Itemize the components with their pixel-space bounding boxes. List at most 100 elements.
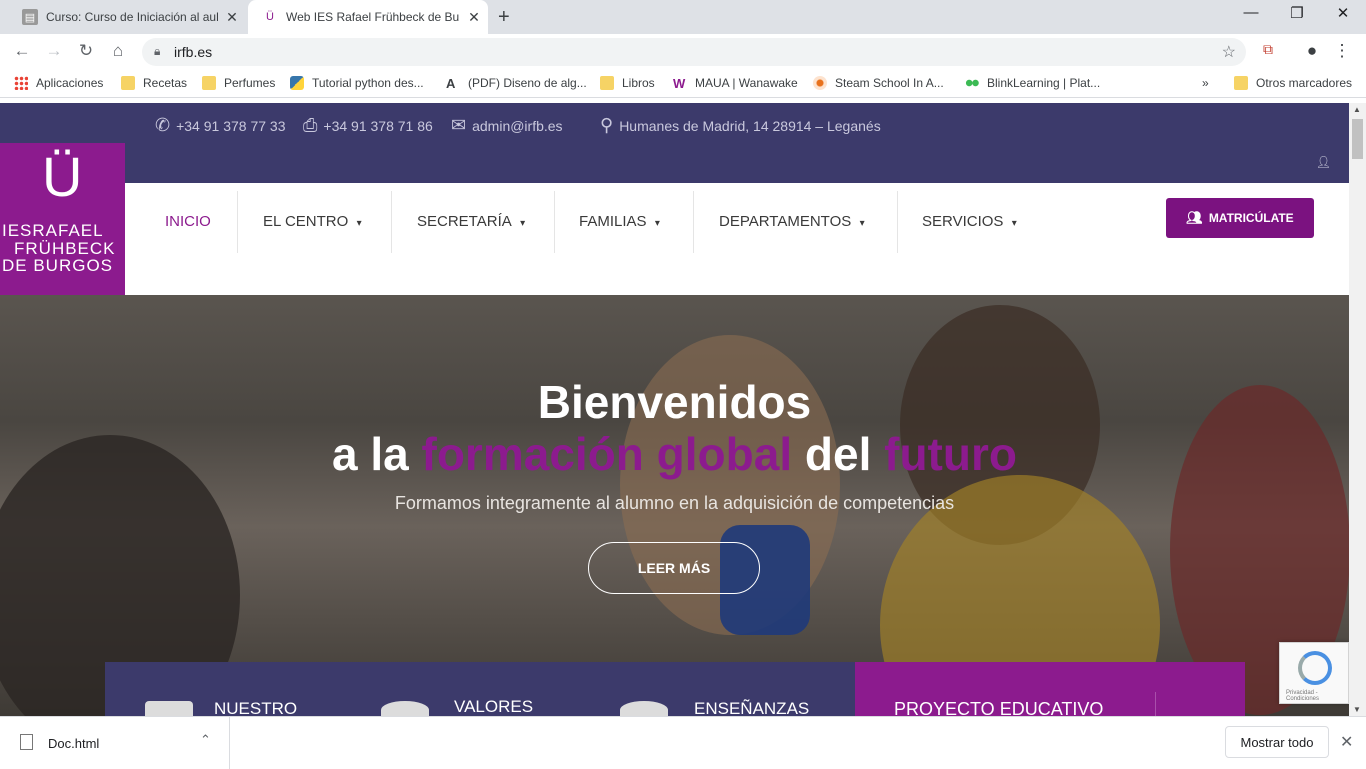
home-icon[interactable]: ⌂	[106, 41, 130, 61]
recaptcha-badge[interactable]: Privacidad - Condiciones	[1279, 642, 1349, 704]
close-downloads-icon[interactable]: ✕	[1340, 732, 1353, 752]
menu-label: EL CENTRO	[263, 213, 349, 230]
bookmark-label: Libros	[622, 76, 655, 90]
menu-label: SECRETARÍA	[417, 213, 512, 230]
envelope-icon: ✉	[451, 115, 467, 135]
irfb-icon: Ü	[266, 11, 274, 23]
close-tab-icon[interactable]: ✕	[460, 9, 488, 26]
menu-divider	[897, 191, 898, 253]
hero-title-line-2: a la formación global del futuro	[0, 427, 1349, 481]
bookmark-steam-school[interactable]: Steam School In A...	[813, 76, 944, 90]
maximize-button[interactable]: ❐	[1274, 4, 1320, 22]
blink-icon	[965, 76, 979, 90]
downloads-bar: Doc.html ⌃ Mostrar todo ✕	[0, 716, 1366, 769]
cta-label: MATRICÚLATE	[1208, 211, 1294, 225]
close-window-button[interactable]: ✕	[1320, 4, 1366, 22]
bookmark-libros[interactable]: Libros	[600, 76, 655, 90]
academia-icon: A	[446, 76, 456, 91]
new-tab-button[interactable]: +	[498, 6, 510, 29]
contact-fax: ⎙ +34 91 378 71 86	[303, 115, 433, 136]
moodle-icon: ▤	[22, 9, 38, 25]
minimize-button[interactable]: —	[1228, 4, 1274, 21]
menu-label: SERVICIOS	[922, 213, 1004, 230]
feature-proyecto-educativo[interactable]: PROYECTO EDUCATIVO	[894, 699, 1103, 716]
chevron-down-icon: ▾	[1011, 218, 1017, 229]
menu-kebab-icon[interactable]: ⋮	[1330, 41, 1354, 61]
user-icon[interactable]: 👤︎	[1316, 155, 1331, 169]
chevron-up-icon[interactable]: ⌃	[200, 732, 211, 748]
page-scrollbar[interactable]: ▲ ▼	[1349, 103, 1366, 716]
bookmark-label: BlinkLearning | Plat...	[987, 76, 1101, 90]
feature-nuestro[interactable]: NUESTRO	[214, 699, 297, 716]
bookmark-tutorial-python[interactable]: Tutorial python des...	[290, 76, 424, 90]
tab-irfb[interactable]: Ü Web IES Rafael Frühbeck de Burgos ✕	[248, 0, 488, 34]
bookmark-aplicaciones[interactable]: Aplicaciones	[14, 76, 103, 90]
reload-icon[interactable]: ↻	[74, 41, 98, 61]
menu-item-el-centro[interactable]: EL CENTRO ▾	[263, 213, 362, 230]
contact-email[interactable]: ✉ admin@irfb.es	[451, 115, 563, 136]
hero-subtitle: Formamos integramente al alumno en la ad…	[394, 493, 955, 513]
bookmark-otros-marcadores[interactable]: Otros marcadores	[1234, 76, 1352, 90]
site-logo[interactable]: Ü IESRAFAEL FRÜHBECK DE BURGOS	[0, 143, 125, 295]
fax-text: +34 91 378 71 86	[323, 117, 433, 134]
email-text: admin@irfb.es	[472, 117, 563, 134]
folder-icon	[1234, 76, 1248, 90]
menu-divider	[237, 191, 238, 253]
map-pin-icon: ⚲	[600, 115, 614, 135]
apps-grid-icon	[14, 76, 28, 90]
address-bar[interactable]: 🔒︎ irfb.es ☆	[142, 38, 1246, 66]
menu-item-inicio[interactable]: INICIO	[165, 213, 211, 230]
briefcase-icon	[145, 701, 193, 716]
pdf-extension-icon[interactable]: ⧉	[1256, 41, 1280, 58]
bookmark-star-icon[interactable]: ☆	[1222, 42, 1236, 62]
show-all-button[interactable]: Mostrar todo	[1225, 726, 1329, 758]
forward-icon[interactable]: →	[42, 41, 66, 61]
feature-valores[interactable]: VALORES	[454, 697, 533, 716]
profile-icon[interactable]: ●	[1300, 41, 1324, 61]
lock-icon: 🔒︎	[154, 44, 161, 58]
bookmark-blinklearning[interactable]: BlinkLearning | Plat...	[965, 76, 1100, 90]
steam-icon	[813, 76, 827, 90]
contact-bar: ✆ +34 91 378 77 33 ⎙ +34 91 378 71 86 ✉ …	[0, 103, 1349, 183]
bookmark-label: Steam School In A...	[835, 76, 944, 90]
more-bookmarks-button[interactable]: »	[1202, 76, 1209, 90]
download-item[interactable]: Doc.html ⌃	[0, 717, 230, 769]
bookmark-label: Tutorial python des...	[312, 76, 424, 90]
tab-title: Web IES Rafael Frühbeck de Burgos	[286, 10, 460, 24]
users-icon: 👥︎	[1186, 210, 1203, 225]
hero-highlight: formación global	[421, 428, 793, 480]
phone-icon: ✆	[155, 115, 171, 135]
bookmark-label: (PDF) Diseno de alg...	[468, 76, 587, 90]
bookmark-perfumes[interactable]: Perfumes	[202, 76, 275, 90]
contact-phone[interactable]: ✆ +34 91 378 77 33	[155, 115, 285, 136]
matriculate-button[interactable]: 👥︎ MATRICÚLATE	[1166, 198, 1314, 238]
bookmark-maua[interactable]: W MAUA | Wanawake	[673, 76, 798, 91]
hero-highlight: futuro	[884, 428, 1017, 480]
chevron-down-icon: ▾	[654, 218, 660, 229]
url-text[interactable]: irfb.es	[174, 44, 212, 60]
menu-item-secretaria[interactable]: SECRETARÍA ▾	[417, 213, 525, 230]
scroll-thumb[interactable]	[1352, 119, 1363, 159]
chevron-down-icon: ▾	[859, 218, 865, 229]
tab-curso[interactable]: ▤ Curso: Curso de Iniciación al aula ✕	[8, 0, 246, 34]
phone-text: +34 91 378 77 33	[176, 117, 286, 134]
address-text: Humanes de Madrid, 14 28914 – Leganés	[619, 117, 881, 134]
feature-ensenanzas[interactable]: ENSEÑANZAS	[694, 699, 809, 716]
hero-title-line-1: Bienvenidos	[537, 376, 812, 428]
menu-item-familias[interactable]: FAMILIAS ▾	[579, 213, 660, 230]
menu-label: FAMILIAS	[579, 213, 647, 230]
bookmark-pdf-diseno[interactable]: A (PDF) Diseno de alg...	[446, 76, 587, 91]
hero-banner: Bienvenidos a la formación global del fu…	[0, 295, 1349, 716]
back-icon[interactable]: ←	[10, 41, 34, 61]
menu-item-servicios[interactable]: SERVICIOS ▾	[922, 213, 1017, 230]
browser-toolbar: ← → ↻ ⌂ 🔒︎ irfb.es ☆ ⧉ ● ⋮	[0, 34, 1366, 70]
leer-mas-button[interactable]: LEER MÁS	[588, 542, 760, 594]
scroll-up-icon[interactable]: ▲	[1353, 105, 1361, 114]
menu-label: DEPARTAMENTOS	[719, 213, 852, 230]
folder-icon	[202, 76, 216, 90]
bookmark-recetas[interactable]: Recetas	[121, 76, 187, 90]
menu-item-departamentos[interactable]: DEPARTAMENTOS ▾	[719, 213, 865, 230]
download-filename: Doc.html	[48, 736, 100, 751]
close-tab-icon[interactable]: ✕	[218, 9, 246, 26]
scroll-down-icon[interactable]: ▼	[1353, 705, 1361, 714]
